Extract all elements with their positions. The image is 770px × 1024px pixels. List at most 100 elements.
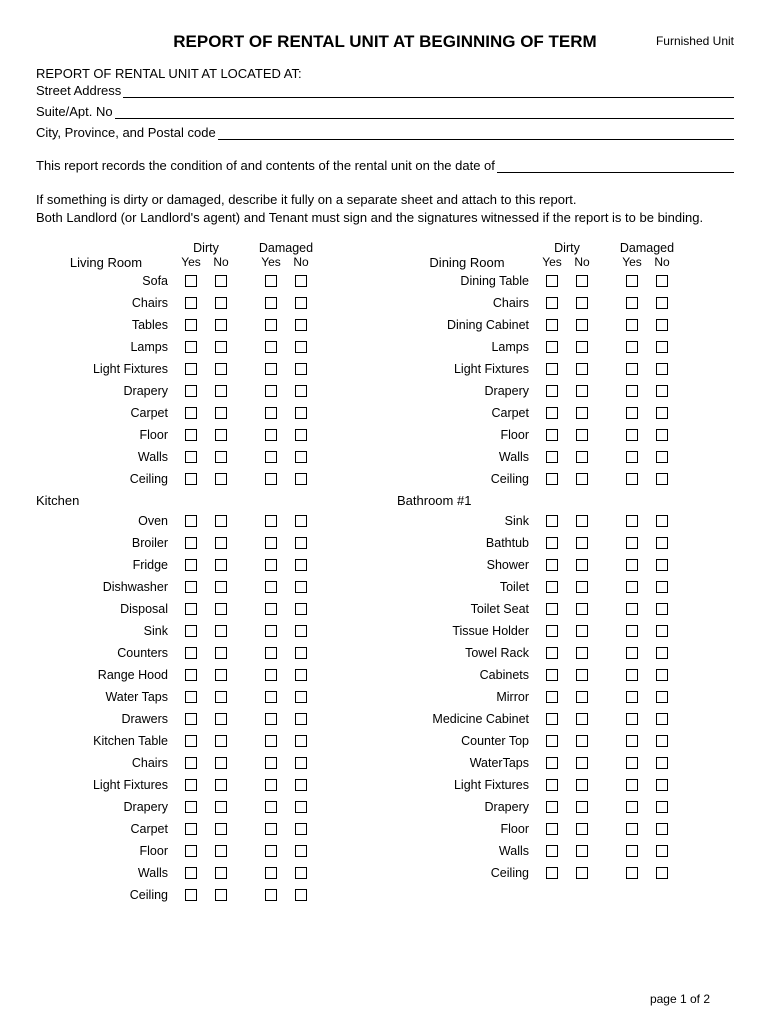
checkbox[interactable] <box>656 823 668 835</box>
checkbox[interactable] <box>576 319 588 331</box>
checkbox[interactable] <box>576 625 588 637</box>
checkbox[interactable] <box>295 867 307 879</box>
checkbox[interactable] <box>656 275 668 287</box>
checkbox[interactable] <box>215 473 227 485</box>
checkbox[interactable] <box>295 473 307 485</box>
checkbox[interactable] <box>626 363 638 375</box>
checkbox[interactable] <box>185 363 197 375</box>
checkbox[interactable] <box>185 713 197 725</box>
checkbox[interactable] <box>656 515 668 527</box>
checkbox[interactable] <box>656 713 668 725</box>
checkbox[interactable] <box>295 823 307 835</box>
checkbox[interactable] <box>576 735 588 747</box>
checkbox[interactable] <box>546 647 558 659</box>
checkbox[interactable] <box>265 823 277 835</box>
checkbox[interactable] <box>185 823 197 835</box>
checkbox[interactable] <box>265 319 277 331</box>
checkbox[interactable] <box>546 801 558 813</box>
checkbox[interactable] <box>185 297 197 309</box>
checkbox[interactable] <box>626 801 638 813</box>
checkbox[interactable] <box>626 691 638 703</box>
checkbox[interactable] <box>185 581 197 593</box>
checkbox[interactable] <box>185 275 197 287</box>
checkbox[interactable] <box>295 363 307 375</box>
checkbox[interactable] <box>295 713 307 725</box>
checkbox[interactable] <box>185 603 197 615</box>
checkbox[interactable] <box>215 779 227 791</box>
checkbox[interactable] <box>546 451 558 463</box>
checkbox[interactable] <box>656 473 668 485</box>
checkbox[interactable] <box>576 297 588 309</box>
checkbox[interactable] <box>295 801 307 813</box>
checkbox[interactable] <box>546 363 558 375</box>
checkbox[interactable] <box>576 757 588 769</box>
checkbox[interactable] <box>626 581 638 593</box>
checkbox[interactable] <box>546 757 558 769</box>
checkbox[interactable] <box>546 473 558 485</box>
checkbox[interactable] <box>576 407 588 419</box>
checkbox[interactable] <box>185 341 197 353</box>
checkbox[interactable] <box>576 537 588 549</box>
checkbox[interactable] <box>215 801 227 813</box>
checkbox[interactable] <box>185 779 197 791</box>
checkbox[interactable] <box>265 647 277 659</box>
checkbox[interactable] <box>295 341 307 353</box>
checkbox[interactable] <box>185 385 197 397</box>
checkbox[interactable] <box>626 757 638 769</box>
checkbox[interactable] <box>576 429 588 441</box>
checkbox[interactable] <box>215 451 227 463</box>
checkbox[interactable] <box>185 473 197 485</box>
checkbox[interactable] <box>265 735 277 747</box>
checkbox[interactable] <box>656 581 668 593</box>
checkbox[interactable] <box>656 341 668 353</box>
checkbox[interactable] <box>215 319 227 331</box>
checkbox[interactable] <box>265 473 277 485</box>
checkbox[interactable] <box>185 757 197 769</box>
checkbox[interactable] <box>265 341 277 353</box>
checkbox[interactable] <box>546 867 558 879</box>
checkbox[interactable] <box>626 823 638 835</box>
checkbox[interactable] <box>215 691 227 703</box>
street-input-line[interactable] <box>123 84 734 98</box>
checkbox[interactable] <box>546 823 558 835</box>
checkbox[interactable] <box>265 757 277 769</box>
checkbox[interactable] <box>546 429 558 441</box>
checkbox[interactable] <box>656 363 668 375</box>
suite-input-line[interactable] <box>115 105 734 119</box>
city-field[interactable]: City, Province, and Postal code <box>36 125 734 140</box>
checkbox[interactable] <box>546 515 558 527</box>
checkbox[interactable] <box>185 735 197 747</box>
checkbox[interactable] <box>626 319 638 331</box>
checkbox[interactable] <box>546 559 558 571</box>
checkbox[interactable] <box>546 581 558 593</box>
checkbox[interactable] <box>215 581 227 593</box>
checkbox[interactable] <box>215 889 227 901</box>
checkbox[interactable] <box>576 845 588 857</box>
checkbox[interactable] <box>656 603 668 615</box>
checkbox[interactable] <box>656 625 668 637</box>
checkbox[interactable] <box>576 559 588 571</box>
checkbox[interactable] <box>215 669 227 681</box>
checkbox[interactable] <box>626 845 638 857</box>
checkbox[interactable] <box>626 559 638 571</box>
checkbox[interactable] <box>185 801 197 813</box>
checkbox[interactable] <box>295 691 307 703</box>
date-input-line[interactable] <box>497 159 734 173</box>
checkbox[interactable] <box>215 341 227 353</box>
checkbox[interactable] <box>185 515 197 527</box>
checkbox[interactable] <box>656 735 668 747</box>
checkbox[interactable] <box>626 647 638 659</box>
checkbox[interactable] <box>215 559 227 571</box>
checkbox[interactable] <box>215 867 227 879</box>
checkbox[interactable] <box>626 867 638 879</box>
checkbox[interactable] <box>215 625 227 637</box>
checkbox[interactable] <box>215 385 227 397</box>
checkbox[interactable] <box>215 713 227 725</box>
checkbox[interactable] <box>265 363 277 375</box>
checkbox[interactable] <box>546 713 558 725</box>
checkbox[interactable] <box>265 779 277 791</box>
checkbox[interactable] <box>265 669 277 681</box>
checkbox[interactable] <box>295 603 307 615</box>
checkbox[interactable] <box>576 647 588 659</box>
checkbox[interactable] <box>546 603 558 615</box>
